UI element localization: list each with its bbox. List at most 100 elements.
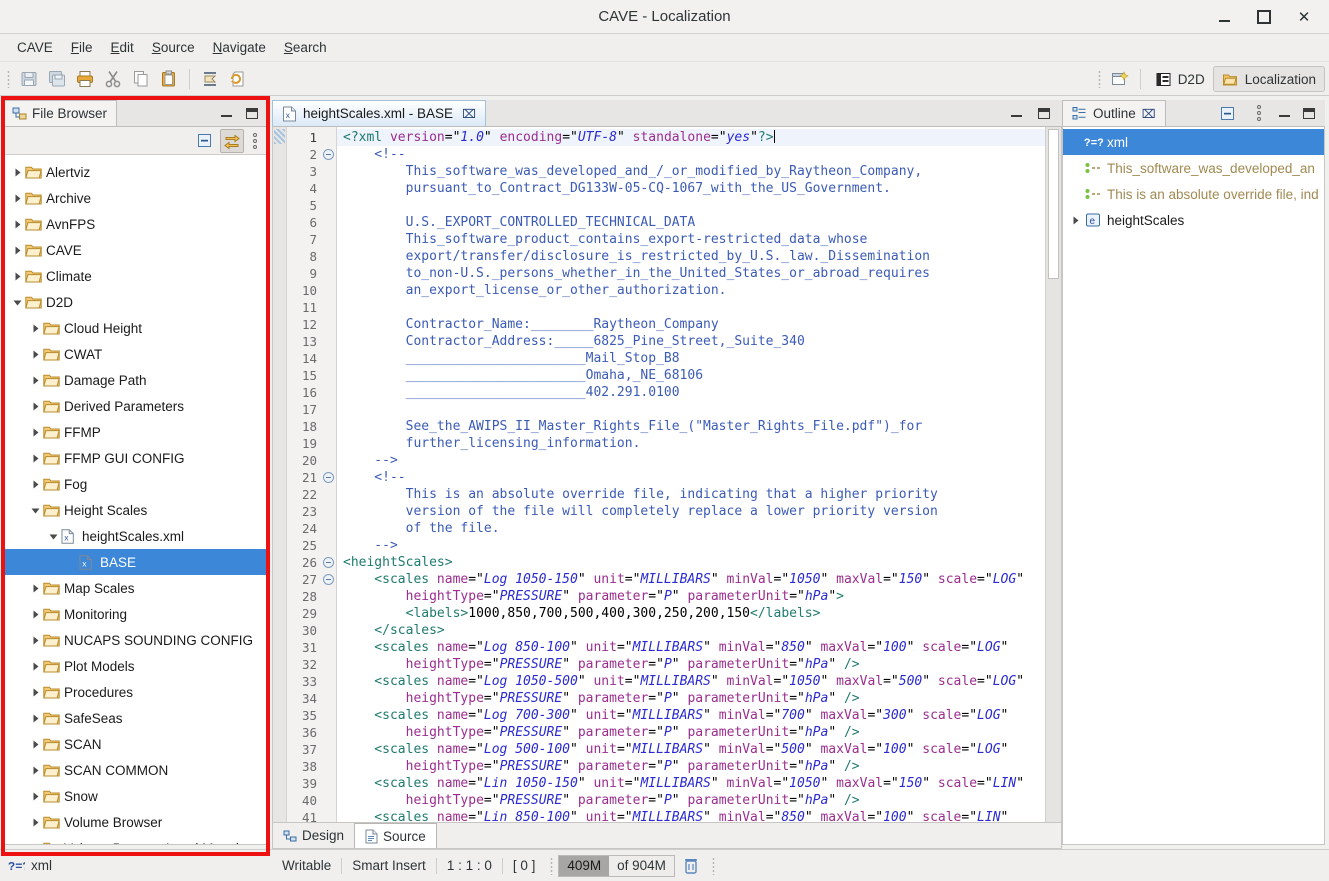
editor-annotation-ruler[interactable] — [273, 127, 287, 822]
code-line[interactable]: to_non-U.S._persons_whether_in_the_Unite… — [343, 265, 1061, 282]
perspective-localization[interactable]: Localization — [1212, 66, 1325, 92]
chevron-right-icon[interactable] — [27, 424, 43, 440]
fold-toggle-icon[interactable] — [321, 554, 336, 571]
editor-maximize-icon[interactable] — [1038, 107, 1050, 119]
close-outline-icon[interactable]: ⌧ — [1142, 107, 1156, 121]
tree-item-d2d[interactable]: D2D — [5, 289, 267, 315]
outline-view-menu-icon[interactable] — [1252, 102, 1266, 124]
tab-source[interactable]: Source — [354, 823, 437, 848]
code-line[interactable]: heightType="PRESSURE" parameter="P" para… — [343, 758, 1061, 775]
status-grip-2[interactable] — [711, 856, 715, 875]
chevron-right-icon[interactable] — [9, 164, 25, 180]
code-line[interactable]: heightType="PRESSURE" parameter="P" para… — [343, 724, 1061, 741]
fold-toggle-icon[interactable] — [321, 469, 336, 486]
code-line[interactable]: <!-- — [343, 469, 1061, 486]
toolbar-grip[interactable] — [7, 69, 10, 88]
perspective-grip[interactable] — [1097, 70, 1101, 88]
tree-item-avnfps[interactable]: AvnFPS — [5, 211, 267, 237]
chevron-right-icon[interactable] — [27, 710, 43, 726]
code-line[interactable]: pursuant_to_Contract_DG133W-05-CQ-1067_w… — [343, 180, 1061, 197]
outline-item-comment[interactable]: This is an absolute override file, ind — [1063, 181, 1324, 207]
tree-item-volume-browser[interactable]: Volume Browser — [5, 809, 267, 835]
maximize-window-icon[interactable] — [1255, 8, 1273, 26]
code-line[interactable]: U.S._EXPORT_CONTROLLED_TECHNICAL_DATA — [343, 214, 1061, 231]
code-line[interactable]: _______________________402.291.0100 — [343, 384, 1061, 401]
code-line[interactable]: <scales name="Log 1050-150" unit="MILLIB… — [343, 571, 1061, 588]
chevron-right-icon[interactable] — [9, 268, 25, 284]
code-line[interactable]: of the file. — [343, 520, 1061, 537]
code-line[interactable]: further_licensing_information. — [343, 435, 1061, 452]
refresh-doc-icon[interactable] — [225, 66, 251, 92]
view-menu-icon[interactable] — [248, 130, 262, 152]
menu-edit[interactable]: Edit — [102, 36, 143, 59]
chevron-right-icon[interactable] — [27, 372, 43, 388]
tree-item-archive[interactable]: Archive — [5, 185, 267, 211]
tree-item-safeseas[interactable]: SafeSeas — [5, 705, 267, 731]
chevron-right-icon[interactable] — [27, 814, 43, 830]
code-line[interactable]: --> — [343, 537, 1061, 554]
paste-icon[interactable] — [156, 66, 182, 92]
code-line[interactable]: _______________________Mail_Stop_B8 — [343, 350, 1061, 367]
code-line[interactable]: heightType="PRESSURE" parameter="P" para… — [343, 588, 1061, 605]
code-line[interactable]: heightType="PRESSURE" parameter="P" para… — [343, 656, 1061, 673]
tree-item-scan-common[interactable]: SCAN COMMON — [5, 757, 267, 783]
code-line[interactable] — [343, 401, 1061, 418]
close-tab-icon[interactable]: ⌧ — [462, 107, 476, 121]
minimize-icon[interactable] — [221, 115, 232, 117]
chevron-right-icon[interactable] — [27, 476, 43, 492]
chevron-down-icon[interactable] — [27, 502, 43, 518]
code-line[interactable]: <?xml version="1.0" encoding="UTF-8" sta… — [337, 129, 1061, 146]
cut-icon[interactable] — [100, 66, 126, 92]
tree-item-ffmp[interactable]: FFMP — [5, 419, 267, 445]
code-line[interactable]: heightType="PRESSURE" parameter="P" para… — [343, 792, 1061, 809]
tree-item-base[interactable]: x BASE — [5, 549, 267, 575]
tree-item-procedures[interactable]: Procedures — [5, 679, 267, 705]
chevron-right-icon[interactable] — [27, 684, 43, 700]
code-line[interactable]: <scales name="Log 850-100" unit="MILLIBA… — [343, 639, 1061, 656]
chevron-right-icon[interactable] — [27, 346, 43, 362]
chevron-right-icon[interactable] — [27, 632, 43, 648]
code-line[interactable]: --> — [343, 452, 1061, 469]
tree-item-snow[interactable]: Snow — [5, 783, 267, 809]
tree-item-monitoring[interactable]: Monitoring — [5, 601, 267, 627]
code-line[interactable]: version of the file will completely repl… — [343, 503, 1061, 520]
code-line[interactable] — [343, 197, 1061, 214]
tree-item-scan[interactable]: SCAN — [5, 731, 267, 757]
outline-collapse-all-icon[interactable] — [1215, 101, 1239, 125]
outline-item-pi[interactable]: ?=? xml — [1063, 129, 1324, 155]
collapse-all-icon[interactable] — [192, 129, 216, 153]
tree-item-damage-path[interactable]: Damage Path — [5, 367, 267, 393]
chevron-right-icon[interactable] — [27, 658, 43, 674]
status-grip-1[interactable] — [550, 856, 554, 875]
code-line[interactable]: <scales name="Log 500-100" unit="MILLIBA… — [343, 741, 1061, 758]
outline-item-comment[interactable]: This_software_was_developed_an — [1063, 155, 1324, 181]
code-line[interactable]: This is an absolute override file, indic… — [343, 486, 1061, 503]
code-line[interactable]: <heightScales> — [343, 554, 1061, 571]
code-line[interactable]: an_export_license_or_other_authorization… — [343, 282, 1061, 299]
chevron-right-icon[interactable] — [27, 736, 43, 752]
copy-icon[interactable] — [128, 66, 154, 92]
tree-item-cloud-height[interactable]: Cloud Height — [5, 315, 267, 341]
chevron-right-icon[interactable] — [1067, 212, 1083, 228]
chevron-right-icon[interactable] — [27, 580, 43, 596]
chevron-down-icon[interactable] — [45, 528, 61, 544]
code-line[interactable]: <scales name="Lin 1050-150" unit="MILLIB… — [343, 775, 1061, 792]
editor-minimize-icon[interactable] — [1011, 115, 1022, 117]
chevron-right-icon[interactable] — [9, 190, 25, 206]
open-perspective-icon[interactable] — [1107, 66, 1133, 92]
chevron-right-icon[interactable] — [27, 840, 43, 844]
chevron-right-icon[interactable] — [9, 242, 25, 258]
maximize-icon[interactable] — [246, 107, 258, 119]
code-line[interactable]: <scales name="Log 700-300" unit="MILLIBA… — [343, 707, 1061, 724]
outline-minimize-icon[interactable] — [1279, 115, 1290, 117]
tree-item-height-scales[interactable]: Height Scales — [5, 497, 267, 523]
code-line[interactable]: See_the_AWIPS_II_Master_Rights_File_("Ma… — [343, 418, 1061, 435]
tree-item-cwat[interactable]: CWAT — [5, 341, 267, 367]
save-all-icon[interactable] — [44, 66, 70, 92]
trash-icon[interactable] — [683, 857, 699, 875]
tree-item-volume-browser-level-mapping[interactable]: Volume Browser Level Mapping — [5, 835, 267, 844]
link-with-editor-icon[interactable] — [220, 128, 244, 153]
chevron-right-icon[interactable] — [9, 216, 25, 232]
code-line[interactable]: heightType="PRESSURE" parameter="P" para… — [343, 690, 1061, 707]
tab-file-browser[interactable]: File Browser — [4, 100, 118, 126]
